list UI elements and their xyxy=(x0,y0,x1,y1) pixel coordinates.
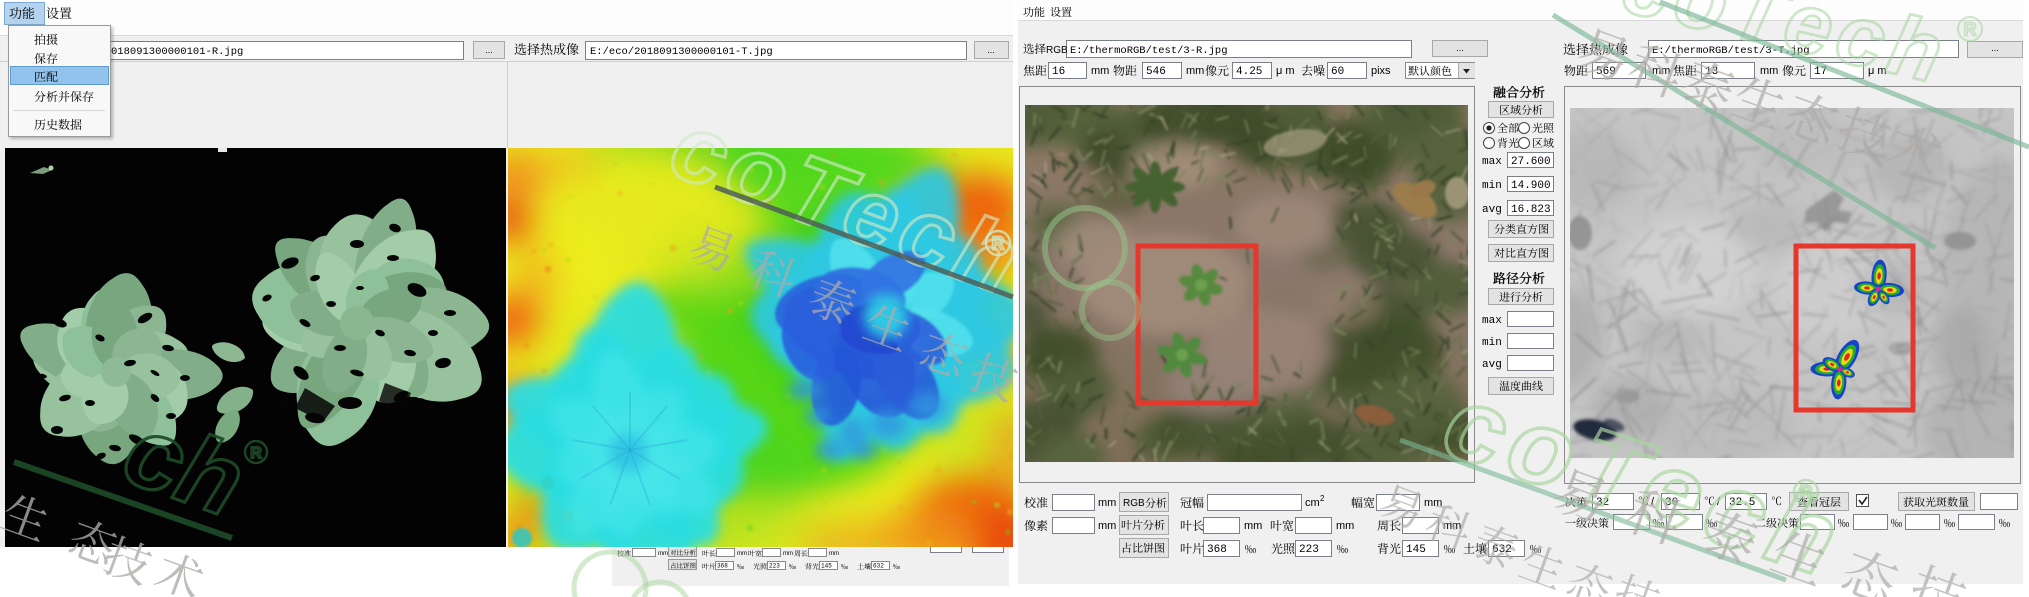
svg-text:223: 223 xyxy=(769,563,780,570)
svg-text:145: 145 xyxy=(1406,544,1426,556)
svg-text:16: 16 xyxy=(1052,66,1065,78)
svg-text:mm: mm xyxy=(1098,497,1116,509)
svg-text:mm: mm xyxy=(1760,65,1778,77)
svg-text:mm: mm xyxy=(1186,65,1204,77)
svg-text:368: 368 xyxy=(1207,544,1227,556)
svg-text:...: ... xyxy=(1991,43,1999,53)
svg-text:RGB: RGB xyxy=(1046,45,1068,56)
svg-text:60: 60 xyxy=(1331,66,1344,78)
svg-text:E:/thermoRGB/test/3-R.jpg: E:/thermoRGB/test/3-R.jpg xyxy=(1070,45,1228,57)
svg-text:368: 368 xyxy=(717,563,728,570)
svg-text:R: R xyxy=(992,234,1005,254)
svg-text:mm: mm xyxy=(829,551,839,557)
svg-text:223: 223 xyxy=(1299,544,1319,556)
svg-text:R: R xyxy=(1964,20,1977,40)
svg-text:E:/eco/2018091300000101-T.jpg: E:/eco/2018091300000101-T.jpg xyxy=(590,46,773,58)
svg-text:mm: mm xyxy=(783,551,793,557)
svg-text:4.25: 4.25 xyxy=(1236,66,1262,78)
svg-text:145: 145 xyxy=(821,563,832,570)
svg-text:min: min xyxy=(1482,180,1502,192)
svg-text:16.823: 16.823 xyxy=(1511,204,1551,216)
svg-text:max: max xyxy=(1482,315,1502,327)
svg-text:018091300000101-R.jpg: 018091300000101-R.jpg xyxy=(111,46,243,58)
svg-text:mm: mm xyxy=(1244,520,1262,532)
svg-text:mm: mm xyxy=(658,551,668,557)
svg-text:R: R xyxy=(250,445,262,462)
svg-text:...: ... xyxy=(987,45,995,55)
svg-text:RGB: RGB xyxy=(1123,498,1145,509)
svg-text:mm: mm xyxy=(1336,520,1354,532)
svg-text:min: min xyxy=(1482,337,1502,349)
svg-text:coTech: coTech xyxy=(1431,363,1859,597)
svg-text:mm: mm xyxy=(1091,65,1109,77)
svg-text:max: max xyxy=(1482,156,1502,168)
svg-text:mm: mm xyxy=(737,551,747,557)
svg-text:546: 546 xyxy=(1146,66,1166,78)
svg-text:2: 2 xyxy=(1320,494,1325,503)
svg-text:R: R xyxy=(1800,483,1813,503)
svg-text:pixs: pixs xyxy=(1371,65,1391,77)
svg-text:cm: cm xyxy=(1305,497,1320,509)
svg-text:632: 632 xyxy=(873,563,884,570)
svg-text:mm: mm xyxy=(1098,520,1116,532)
svg-text:14.900: 14.900 xyxy=(1511,180,1551,192)
svg-text:...: ... xyxy=(485,45,493,55)
svg-text:avg: avg xyxy=(1482,204,1502,216)
svg-text:μ m: μ m xyxy=(1276,65,1295,77)
svg-text:...: ... xyxy=(1456,43,1464,53)
svg-text:27.600: 27.600 xyxy=(1511,156,1551,168)
svg-text:ch: ch xyxy=(110,393,258,538)
